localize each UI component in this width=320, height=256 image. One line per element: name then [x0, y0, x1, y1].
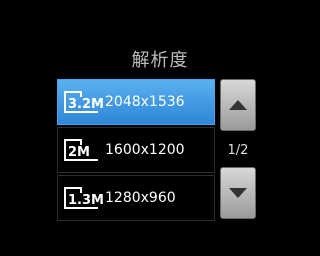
resolution-item-1-3m[interactable]: 1.3M 1280x960 [57, 175, 215, 221]
resolution-label: 2048x1536 [105, 94, 185, 110]
page-indicator: 1/2 [227, 143, 249, 158]
dialog-title: 解析度 [131, 50, 189, 71]
megapixel-icon: 2M [64, 139, 98, 161]
chevron-down-icon [229, 188, 247, 198]
resolution-list: 3.2M 2048x1536 2M 1600x1200 1.3M 1280x96… [57, 79, 215, 223]
megapixel-icon: 1.3M [64, 187, 104, 209]
megapixel-label: 1.3M [68, 193, 104, 208]
resolution-item-2m[interactable]: 2M 1600x1200 [57, 127, 215, 173]
resolution-label: 1600x1200 [105, 142, 185, 158]
scroll-down-button[interactable] [220, 167, 256, 219]
scroll-up-button[interactable] [220, 79, 256, 131]
megapixel-label: 2M [68, 145, 90, 160]
resolution-item-3-2m[interactable]: 3.2M 2048x1536 [57, 79, 215, 125]
resolution-label: 1280x960 [105, 190, 176, 206]
megapixel-icon: 3.2M [64, 91, 104, 113]
chevron-up-icon [229, 100, 247, 110]
megapixel-label: 3.2M [68, 97, 104, 112]
